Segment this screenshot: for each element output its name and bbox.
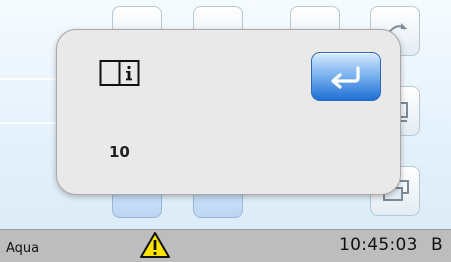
status-bar: Aqua 10:45:03 B xyxy=(0,229,451,262)
background-line xyxy=(0,122,56,124)
background-line xyxy=(0,78,56,80)
dialog-value: 10 xyxy=(109,143,130,161)
warning-triangle-icon xyxy=(140,232,170,258)
book-info-icon xyxy=(99,60,140,86)
status-mode: B xyxy=(431,235,443,255)
return-button[interactable] xyxy=(311,52,381,101)
status-left-text: Aqua xyxy=(6,241,40,256)
return-arrow-icon xyxy=(331,66,360,89)
info-dialog: 10 xyxy=(56,29,401,195)
status-time: 10:45:03 xyxy=(339,235,418,255)
